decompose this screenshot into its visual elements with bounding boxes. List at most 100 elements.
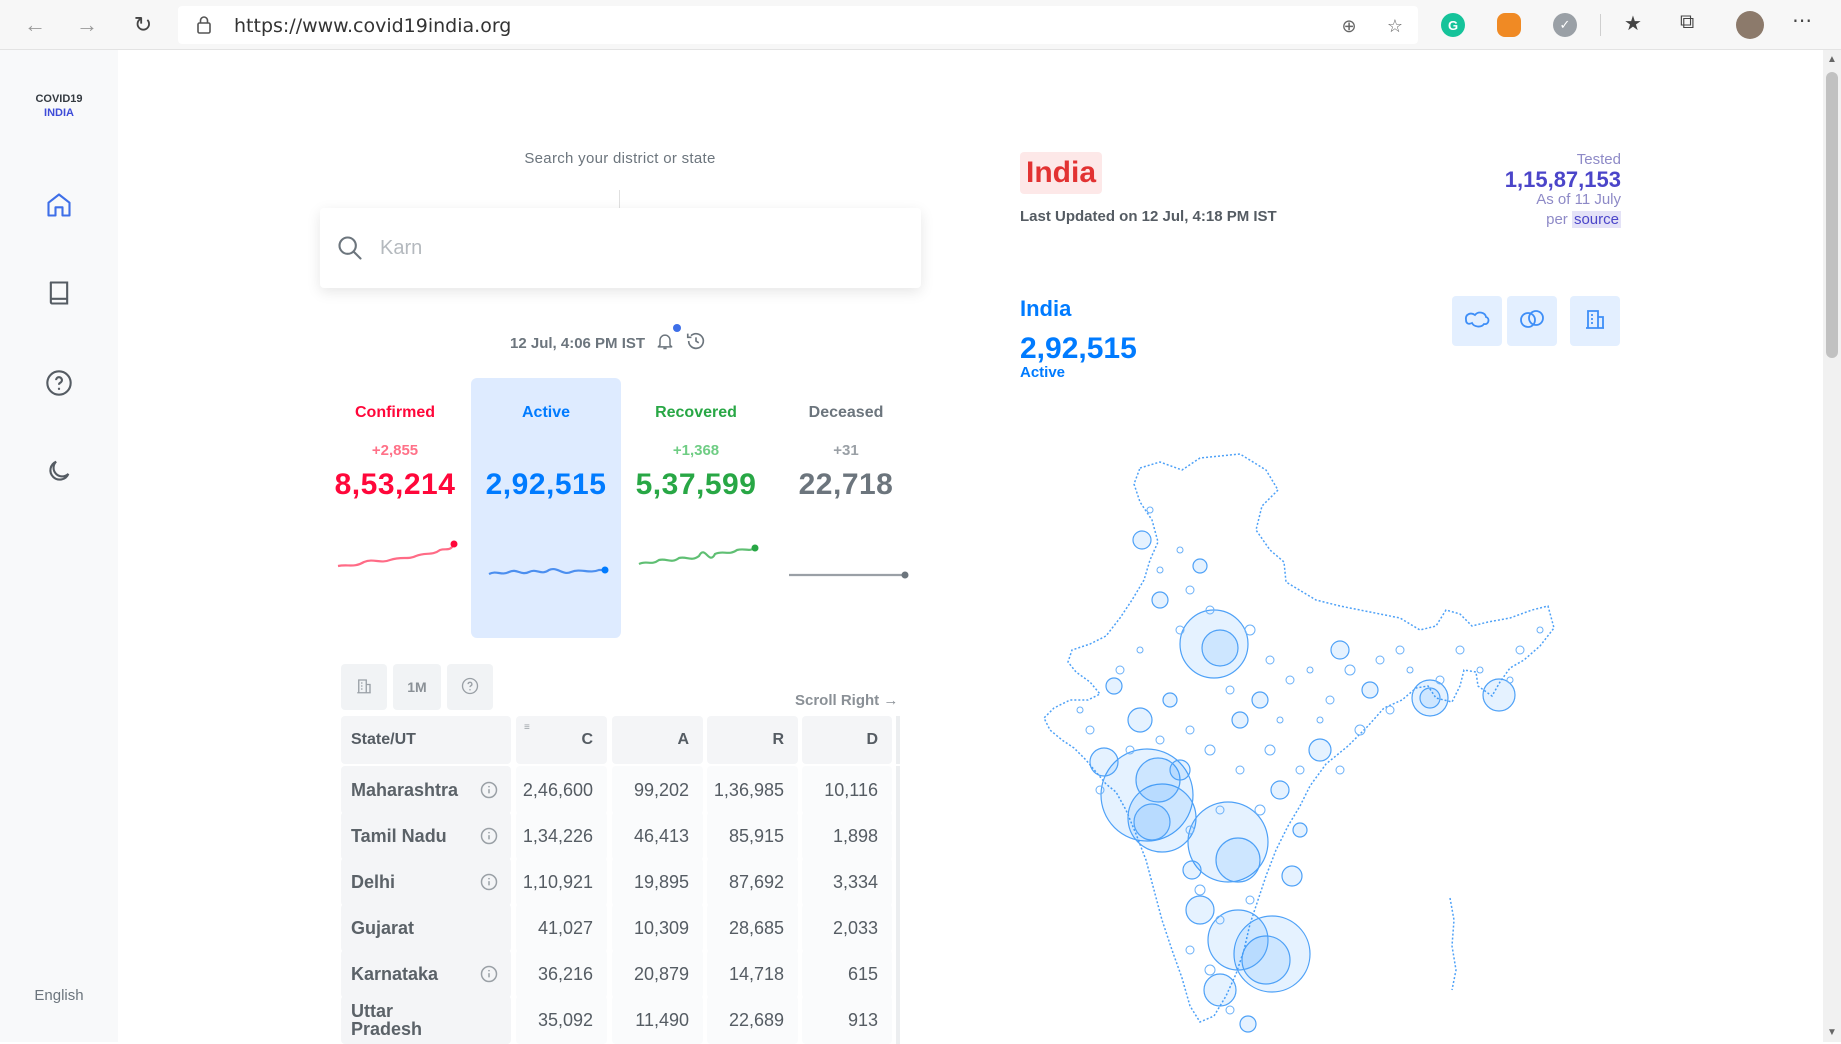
dark-mode-moon-icon[interactable]: [42, 454, 76, 488]
home-icon[interactable]: [42, 188, 76, 222]
cell-active: 99,202: [612, 766, 703, 814]
choropleth-map-button[interactable]: [1452, 296, 1502, 346]
cell-deceased: 1,898: [802, 812, 892, 860]
bubble: [1192, 558, 1208, 574]
level-confirmed[interactable]: Confirmed +2,855 8,53,214: [320, 378, 470, 638]
bubble: [1231, 711, 1249, 729]
scroll-up-icon[interactable]: ▲: [1826, 54, 1838, 65]
more-options-icon[interactable]: ⋯: [1792, 8, 1812, 33]
state-name-cell[interactable]: Gujarat: [341, 904, 511, 952]
bubble: [1264, 744, 1276, 756]
logo-line-1: COVID19: [35, 93, 83, 105]
level-deceased[interactable]: Deceased +31 22,718: [771, 378, 921, 638]
bubble: [1385, 705, 1395, 715]
header-deceased[interactable]: D: [802, 716, 892, 764]
bubble: [1215, 837, 1261, 883]
bubble: [1203, 973, 1237, 1007]
header-state[interactable]: State/UT: [341, 716, 511, 764]
tested-value: 1,15,87,153: [1504, 167, 1621, 192]
state-name-cell[interactable]: Karnataka: [341, 950, 511, 998]
search-box: [320, 208, 921, 288]
cell-deceased: 615: [802, 950, 892, 998]
bubble: [1156, 566, 1164, 574]
address-bar[interactable]: https://www.covid19india.org ⊕ ☆: [178, 6, 1418, 44]
district-view-button[interactable]: [1570, 296, 1620, 346]
info-icon[interactable]: [479, 780, 499, 805]
reload-icon[interactable]: ↻: [126, 8, 160, 42]
extension-2-icon[interactable]: ✓: [1553, 13, 1577, 37]
per-million-toggle[interactable]: [341, 664, 387, 710]
search-input[interactable]: [380, 230, 900, 266]
bubble: [1285, 675, 1295, 685]
language-switcher[interactable]: English: [0, 987, 118, 1004]
forward-arrow-icon[interactable]: →: [70, 8, 104, 42]
scroll-thumb[interactable]: [1826, 72, 1838, 358]
bubble: [1076, 706, 1084, 714]
book-icon[interactable]: [42, 276, 76, 310]
india-bubble-map[interactable]: [1040, 450, 1600, 1042]
table-overflow-column: [896, 716, 900, 764]
collections-icon[interactable]: ⧉: [1680, 11, 1694, 34]
state-name-cell[interactable]: Delhi: [341, 858, 511, 906]
cell-recovered: 22,689: [707, 996, 798, 1044]
cell-confirmed: 35,092: [516, 996, 607, 1044]
level-total: 8,53,214: [334, 468, 456, 501]
info-icon[interactable]: [479, 872, 499, 897]
map-statistic-label: Active: [1020, 364, 1066, 381]
profile-avatar[interactable]: [1736, 11, 1764, 39]
info-icon[interactable]: [479, 826, 499, 851]
scroll-down-icon[interactable]: ▼: [1826, 1027, 1838, 1038]
extension-icon[interactable]: [1497, 13, 1521, 37]
favorites-icon[interactable]: ★: [1624, 11, 1642, 36]
tested-source-link[interactable]: source: [1571, 211, 1621, 228]
recovered-sparkline: [638, 544, 759, 566]
map-title: India: [1020, 152, 1103, 194]
add-favorite-icon[interactable]: ⊕: [1338, 15, 1360, 37]
bubble: [1506, 676, 1514, 684]
bubble-map-button[interactable]: [1507, 296, 1557, 346]
state-name-cell[interactable]: Uttar Pradesh: [341, 996, 511, 1044]
level-label: Recovered: [655, 404, 737, 421]
bubble: [1201, 629, 1239, 667]
bubble: [1281, 865, 1303, 887]
sidebar: COVID19 INDIA English: [0, 50, 118, 1042]
cell-recovered: 85,915: [707, 812, 798, 860]
help-icon: [461, 677, 479, 698]
map-bubbles: [1089, 530, 1516, 1033]
table-overflow-column: [896, 996, 900, 1044]
back-arrow-icon[interactable]: ←: [18, 8, 52, 42]
page-scrollbar[interactable]: ▲ ▼: [1823, 50, 1841, 1042]
cell-recovered: 14,718: [707, 950, 798, 998]
level-recovered[interactable]: Recovered +1,368 5,37,599: [621, 378, 771, 638]
grammarly-extension-icon[interactable]: G: [1441, 13, 1465, 37]
history-icon[interactable]: [685, 330, 707, 356]
bubble: [1176, 546, 1184, 554]
bubble: [1270, 780, 1290, 800]
bubble: [1151, 591, 1169, 609]
state-name-cell[interactable]: Tamil Nadu: [341, 812, 511, 860]
header-recovered[interactable]: R: [707, 716, 798, 764]
level-label: Confirmed: [355, 404, 435, 421]
cell-deceased: 2,033: [802, 904, 892, 952]
period-toggle[interactable]: 1M: [393, 664, 441, 710]
info-icon[interactable]: [479, 964, 499, 989]
bubble: [1089, 747, 1119, 777]
level-delta: +31: [833, 442, 859, 459]
bell-icon[interactable]: [655, 330, 675, 356]
level-active[interactable]: Active 2,92,515: [471, 378, 621, 638]
bubble: [1265, 655, 1275, 665]
url-text: https://www.covid19india.org: [234, 15, 512, 37]
table-help-button[interactable]: [447, 664, 493, 710]
tested-date: As of 11 July: [1536, 191, 1621, 208]
table-overflow-column: [896, 950, 900, 998]
site-logo[interactable]: COVID19 INDIA: [0, 92, 118, 120]
help-icon[interactable]: [42, 366, 76, 400]
map-region-count: 2,92,515: [1020, 332, 1137, 365]
header-active[interactable]: A: [612, 716, 703, 764]
state-name-cell[interactable]: Maharashtra: [341, 766, 511, 814]
star-icon[interactable]: ☆: [1384, 15, 1406, 37]
header-confirmed[interactable]: ≡ C: [516, 716, 607, 764]
deceased-sparkline: [789, 571, 909, 579]
bubble: [1455, 645, 1465, 655]
bubble: [1244, 624, 1256, 636]
